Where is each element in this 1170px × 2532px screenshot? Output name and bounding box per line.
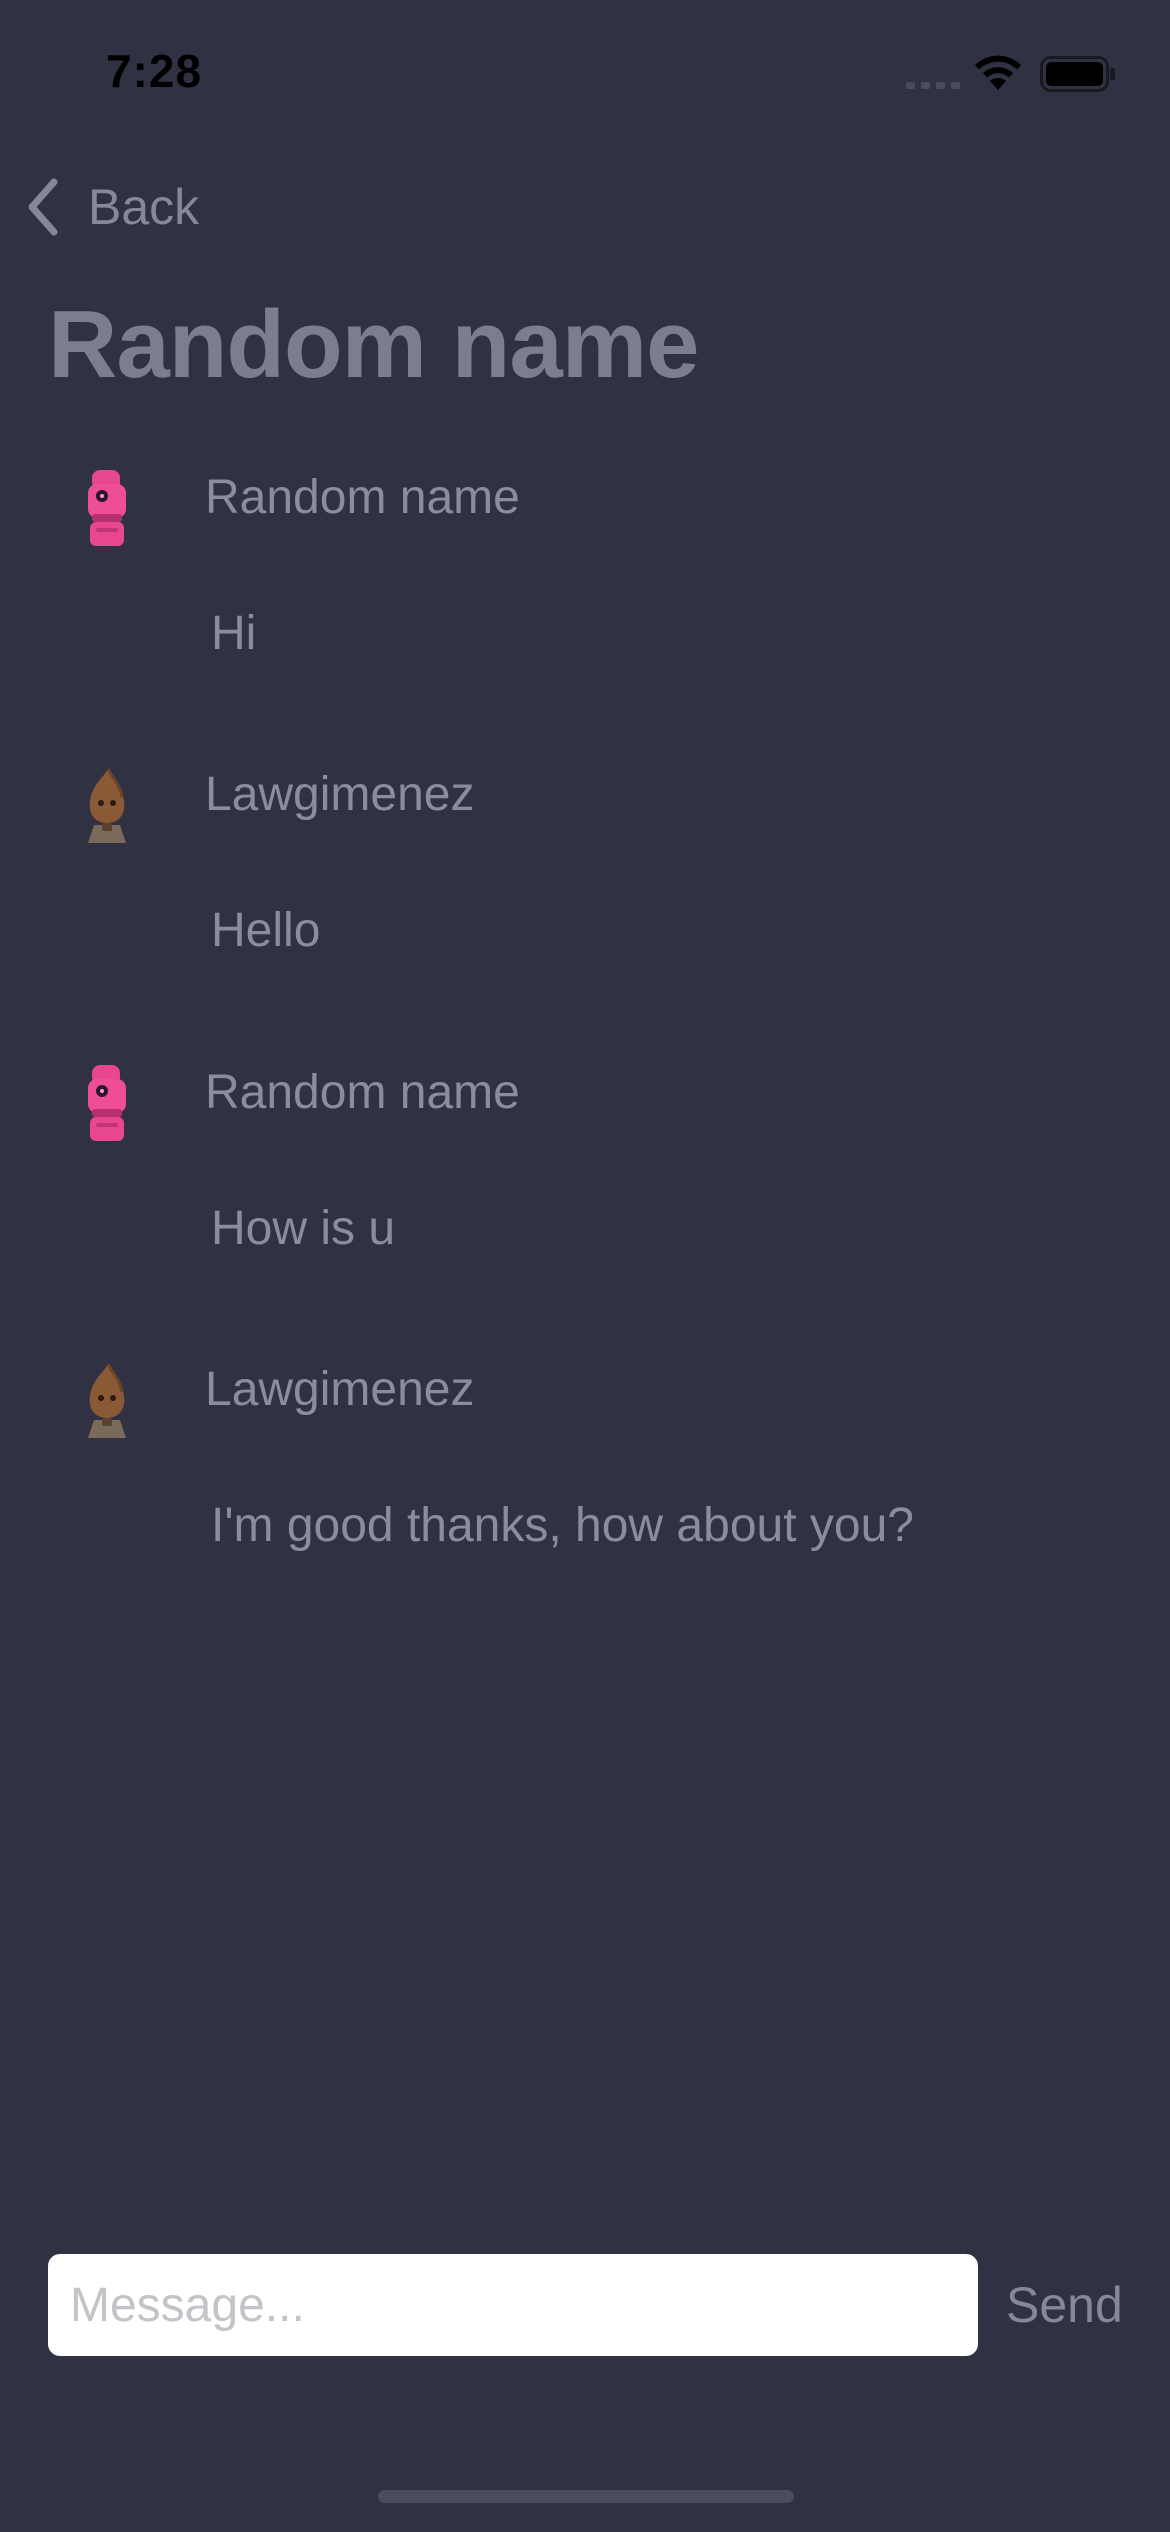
battery-icon xyxy=(1040,56,1115,92)
brown-creature-avatar xyxy=(88,768,126,843)
message-author: Lawgimenez xyxy=(205,768,475,821)
message-item[interactable]: Lawgimenez Hello xyxy=(0,737,1170,1035)
message-author: Random name xyxy=(205,471,520,524)
message-author: Random name xyxy=(205,1066,520,1119)
signal-icon xyxy=(906,82,960,89)
message-author: Lawgimenez xyxy=(205,1363,475,1416)
message-item[interactable]: Random name Hi xyxy=(0,440,1170,737)
message-composer: Send xyxy=(48,2254,1123,2356)
status-bar: 7:28 xyxy=(0,0,1170,150)
brown-creature-avatar xyxy=(88,1363,126,1438)
message-list[interactable]: Random name Hi Lawgimenez Hello Random n… xyxy=(0,440,1170,1629)
status-time: 7:28 xyxy=(106,45,203,97)
back-label: Back xyxy=(88,179,200,235)
home-indicator[interactable] xyxy=(378,2490,794,2503)
chat-screen: 7:28 Back Random name Random name Hi Law… xyxy=(0,0,1170,2532)
wifi-icon xyxy=(975,55,1021,90)
send-button[interactable]: Send xyxy=(1006,2254,1123,2356)
pink-robot-avatar xyxy=(88,470,126,546)
back-button[interactable]: Back xyxy=(22,172,199,242)
message-item[interactable]: Lawgimenez I'm good thanks, how about yo… xyxy=(0,1332,1170,1629)
message-text: Hi xyxy=(211,607,257,660)
pink-robot-avatar xyxy=(88,1065,126,1141)
message-text: Hello xyxy=(211,904,321,957)
chevron-left-icon xyxy=(28,178,58,236)
page-title: Random name xyxy=(48,291,699,398)
message-text: How is u xyxy=(211,1202,396,1255)
message-item[interactable]: Random name How is u xyxy=(0,1035,1170,1332)
message-input[interactable] xyxy=(48,2254,978,2356)
message-text: I'm good thanks, how about you? xyxy=(211,1499,914,1552)
